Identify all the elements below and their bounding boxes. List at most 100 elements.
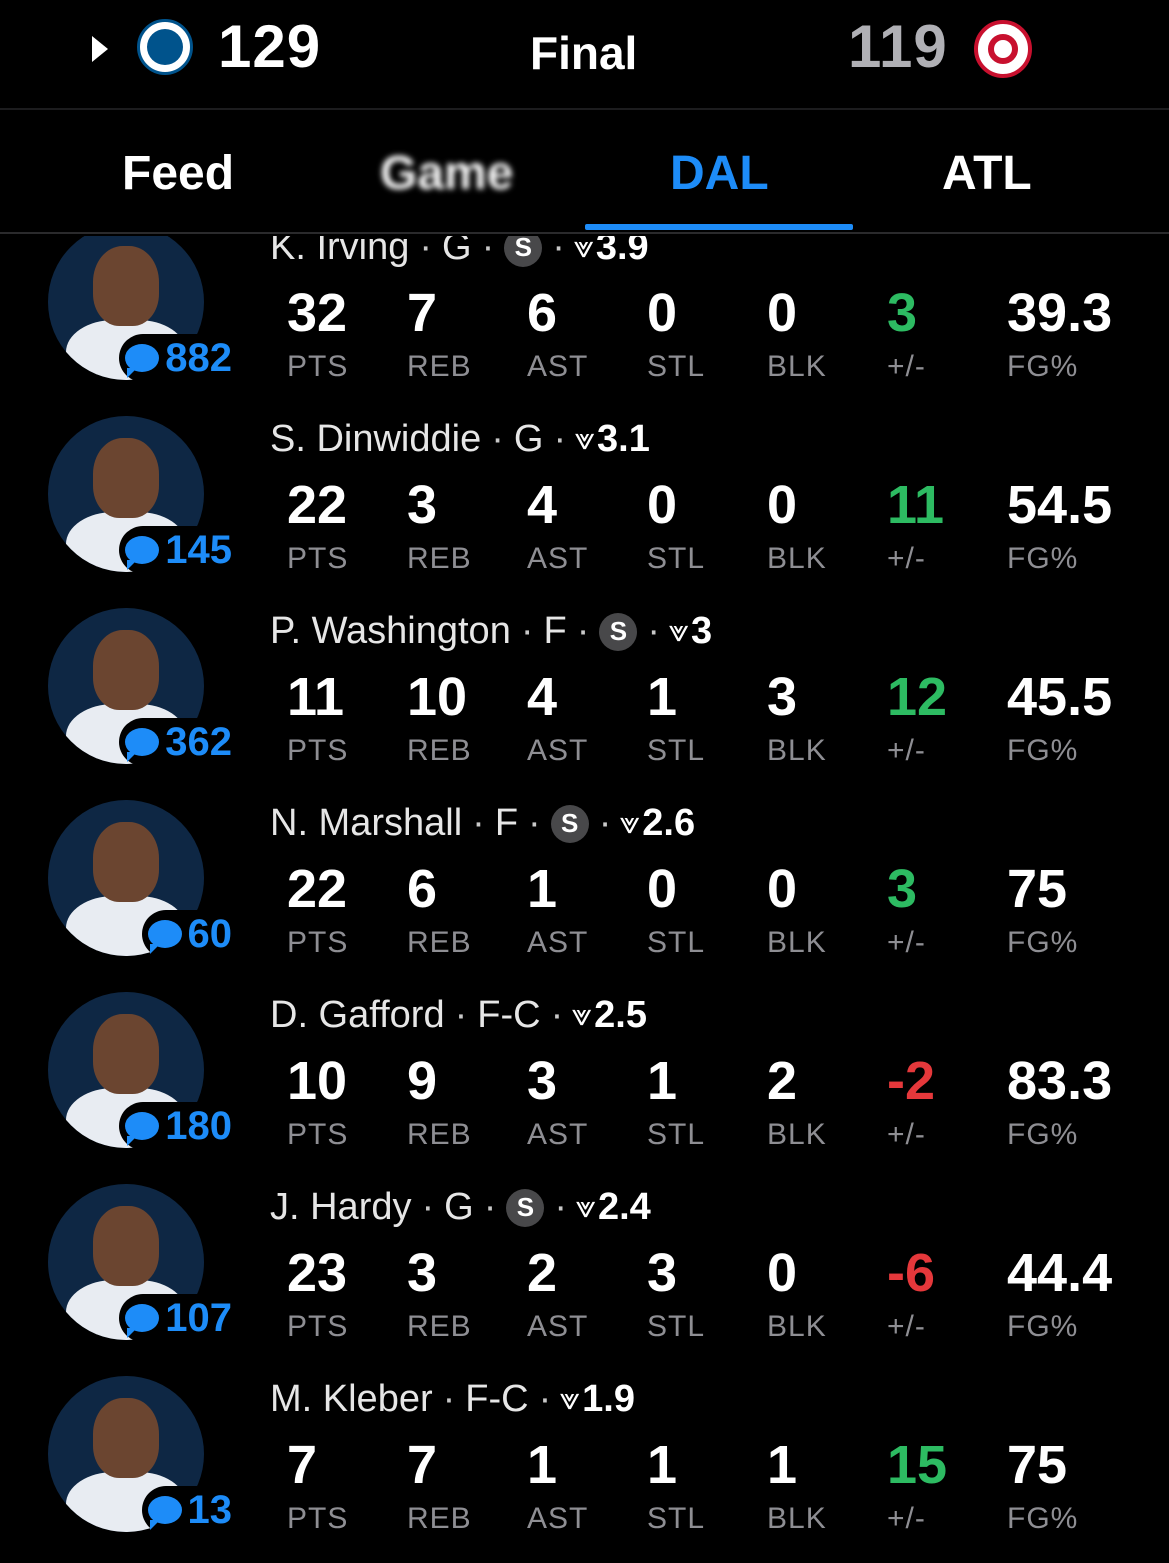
comment-bubble-icon: [125, 728, 160, 762]
starter-badge: S: [550, 804, 589, 843]
comment-count-badge[interactable]: 362: [119, 718, 236, 766]
stat-pm: 3 +/-: [887, 862, 926, 960]
player-name[interactable]: D. Gafford: [270, 994, 445, 1037]
stat-reb: 3 REB: [407, 478, 472, 576]
player-row[interactable]: 882 K. Irving · G · S · ⩔ 3.9 32 PTS 7 REB 6 AST 0 STL 0 B…: [0, 236, 1169, 416]
rating-icon: ⩔: [559, 1382, 580, 1416]
separator-dot: ·: [421, 1186, 435, 1228]
separator-dot: ·: [481, 236, 495, 268]
separator-dot: ·: [598, 802, 612, 844]
tab-bar: Feed Game DAL ATL: [0, 112, 1169, 234]
separator-dot: ·: [472, 802, 485, 844]
player-row[interactable]: 362 P. Washington · F · S · ⩔ 3 11 PTS 10 REB 4 AST 1 ST…: [0, 608, 1169, 800]
rating-icon: ⩔: [574, 422, 595, 456]
stat-value: 1: [647, 667, 678, 727]
comment-count-badge[interactable]: 882: [119, 334, 236, 382]
separator-dot: ·: [419, 236, 433, 268]
stat-value: 4: [527, 475, 558, 535]
stat-label: FG%: [1007, 1118, 1079, 1151]
stat-label: AST: [527, 542, 589, 575]
stat-value: 22: [287, 859, 348, 919]
stat-reb: 3 REB: [407, 1246, 472, 1344]
stat-value: 15: [887, 1435, 948, 1495]
stat-label: BLK: [767, 734, 827, 767]
separator-dot: ·: [454, 994, 468, 1036]
stat-ast: 3 AST: [527, 1054, 588, 1152]
stat-pm: 12 +/-: [887, 670, 947, 768]
stat-label: FG%: [1007, 350, 1079, 383]
stat-ast: 4 AST: [527, 670, 588, 768]
player-row[interactable]: 180 D. Gafford · F-C · ⩔ 2.5 10 PTS 9 REB 3 AST 1 STL 2…: [0, 992, 1169, 1184]
stat-value: 1: [647, 1435, 678, 1495]
stat-value: 44.4: [1007, 1243, 1113, 1303]
player-rating: 2.5: [594, 994, 647, 1036]
expand-arrow-icon[interactable]: [92, 36, 108, 62]
stat-label: REB: [407, 350, 472, 383]
comment-bubble-icon: [125, 536, 160, 570]
tab-atl[interactable]: ATL: [942, 146, 1032, 201]
player-name[interactable]: P. Washington: [270, 610, 511, 653]
player-name[interactable]: N. Marshall: [270, 802, 462, 845]
stat-fg: 54.5 FG%: [1007, 478, 1112, 576]
stat-value: 6: [527, 283, 558, 343]
away-score: 119: [848, 13, 948, 80]
comment-count-badge[interactable]: 107: [119, 1294, 236, 1342]
stat-stl: 1 STL: [647, 1054, 705, 1152]
comment-count-badge[interactable]: 13: [141, 1486, 236, 1534]
player-name[interactable]: J. Hardy: [270, 1186, 411, 1229]
stat-label: PTS: [287, 1502, 349, 1535]
stat-label: FG%: [1007, 542, 1079, 575]
player-position: G: [513, 418, 544, 460]
comment-count: 882: [165, 335, 232, 380]
stat-value: 1: [767, 1435, 798, 1495]
stat-value: 3: [527, 1051, 558, 1111]
player-rating: 3.9: [595, 236, 649, 268]
stat-stl: 0 STL: [647, 478, 705, 576]
comment-count-badge[interactable]: 180: [119, 1102, 236, 1150]
separator-dot: ·: [576, 610, 590, 652]
stat-pts: 10 PTS: [287, 1054, 348, 1152]
stat-value: 9: [407, 1051, 438, 1111]
stat-value: 1: [527, 859, 558, 919]
comment-count-badge[interactable]: 60: [141, 910, 236, 958]
stat-pts: 32 PTS: [287, 286, 348, 384]
comment-count-badge[interactable]: 145: [119, 526, 236, 574]
stat-ast: 1 AST: [527, 1438, 588, 1536]
stat-pts: 11 PTS: [287, 670, 348, 768]
stat-label: +/-: [887, 542, 926, 575]
player-info-line: J. Hardy · G · S · ⩔ 2.4: [270, 1186, 651, 1229]
stat-label: BLK: [767, 1310, 827, 1343]
tab-feed[interactable]: Feed: [122, 146, 234, 201]
stat-value: 39.3: [1007, 283, 1113, 343]
player-row[interactable]: 107 J. Hardy · G · S · ⩔ 2.4 23 PTS 3 REB 2 AST 3 STL 0 BL…: [0, 1184, 1169, 1376]
player-info-line: P. Washington · F · S · ⩔ 3: [270, 610, 712, 653]
stat-blk: 0 BLK: [767, 286, 827, 384]
player-name[interactable]: S. Dinwiddie: [270, 418, 481, 461]
stat-value: -6: [887, 1243, 936, 1303]
stat-value: 54.5: [1007, 475, 1113, 535]
player-row[interactable]: 145 S. Dinwiddie · G · ⩔ 3.1 22 PTS 3 REB 4 AST 0 STL 0…: [0, 416, 1169, 608]
stat-label: PTS: [287, 1310, 349, 1343]
player-info-line: S. Dinwiddie · G · ⩔ 3.1: [270, 418, 650, 461]
player-rating: 2.6: [642, 802, 696, 844]
tab-dal[interactable]: DAL: [670, 146, 769, 201]
stat-label: AST: [527, 1118, 589, 1151]
player-row[interactable]: 13 M. Kleber · F-C · ⩔ 1.9 7 PTS 7 REB 1 AST 1 STL 1 BLK…: [0, 1376, 1169, 1563]
player-name[interactable]: K. Irving: [270, 236, 409, 269]
comment-count: 60: [187, 911, 233, 956]
stat-label: PTS: [287, 734, 349, 767]
tab-game[interactable]: Game: [380, 146, 513, 201]
player-name[interactable]: M. Kleber: [270, 1378, 433, 1421]
stat-label: AST: [527, 1310, 589, 1343]
stat-pts: 22 PTS: [287, 478, 348, 576]
separator-dot: ·: [550, 994, 564, 1036]
stat-reb: 9 REB: [407, 1054, 472, 1152]
stat-label: REB: [407, 926, 472, 959]
stat-value: 3: [887, 283, 918, 343]
stat-value: 0: [767, 1243, 798, 1303]
player-info-line: N. Marshall · F · S · ⩔ 2.6: [270, 802, 695, 845]
stat-reb: 7 REB: [407, 286, 472, 384]
player-row[interactable]: 60 N. Marshall · F · S · ⩔ 2.6 22 PTS 6 REB 1 AST 0 STL 0…: [0, 800, 1169, 992]
separator-dot: ·: [491, 418, 504, 460]
stat-label: AST: [527, 734, 589, 767]
